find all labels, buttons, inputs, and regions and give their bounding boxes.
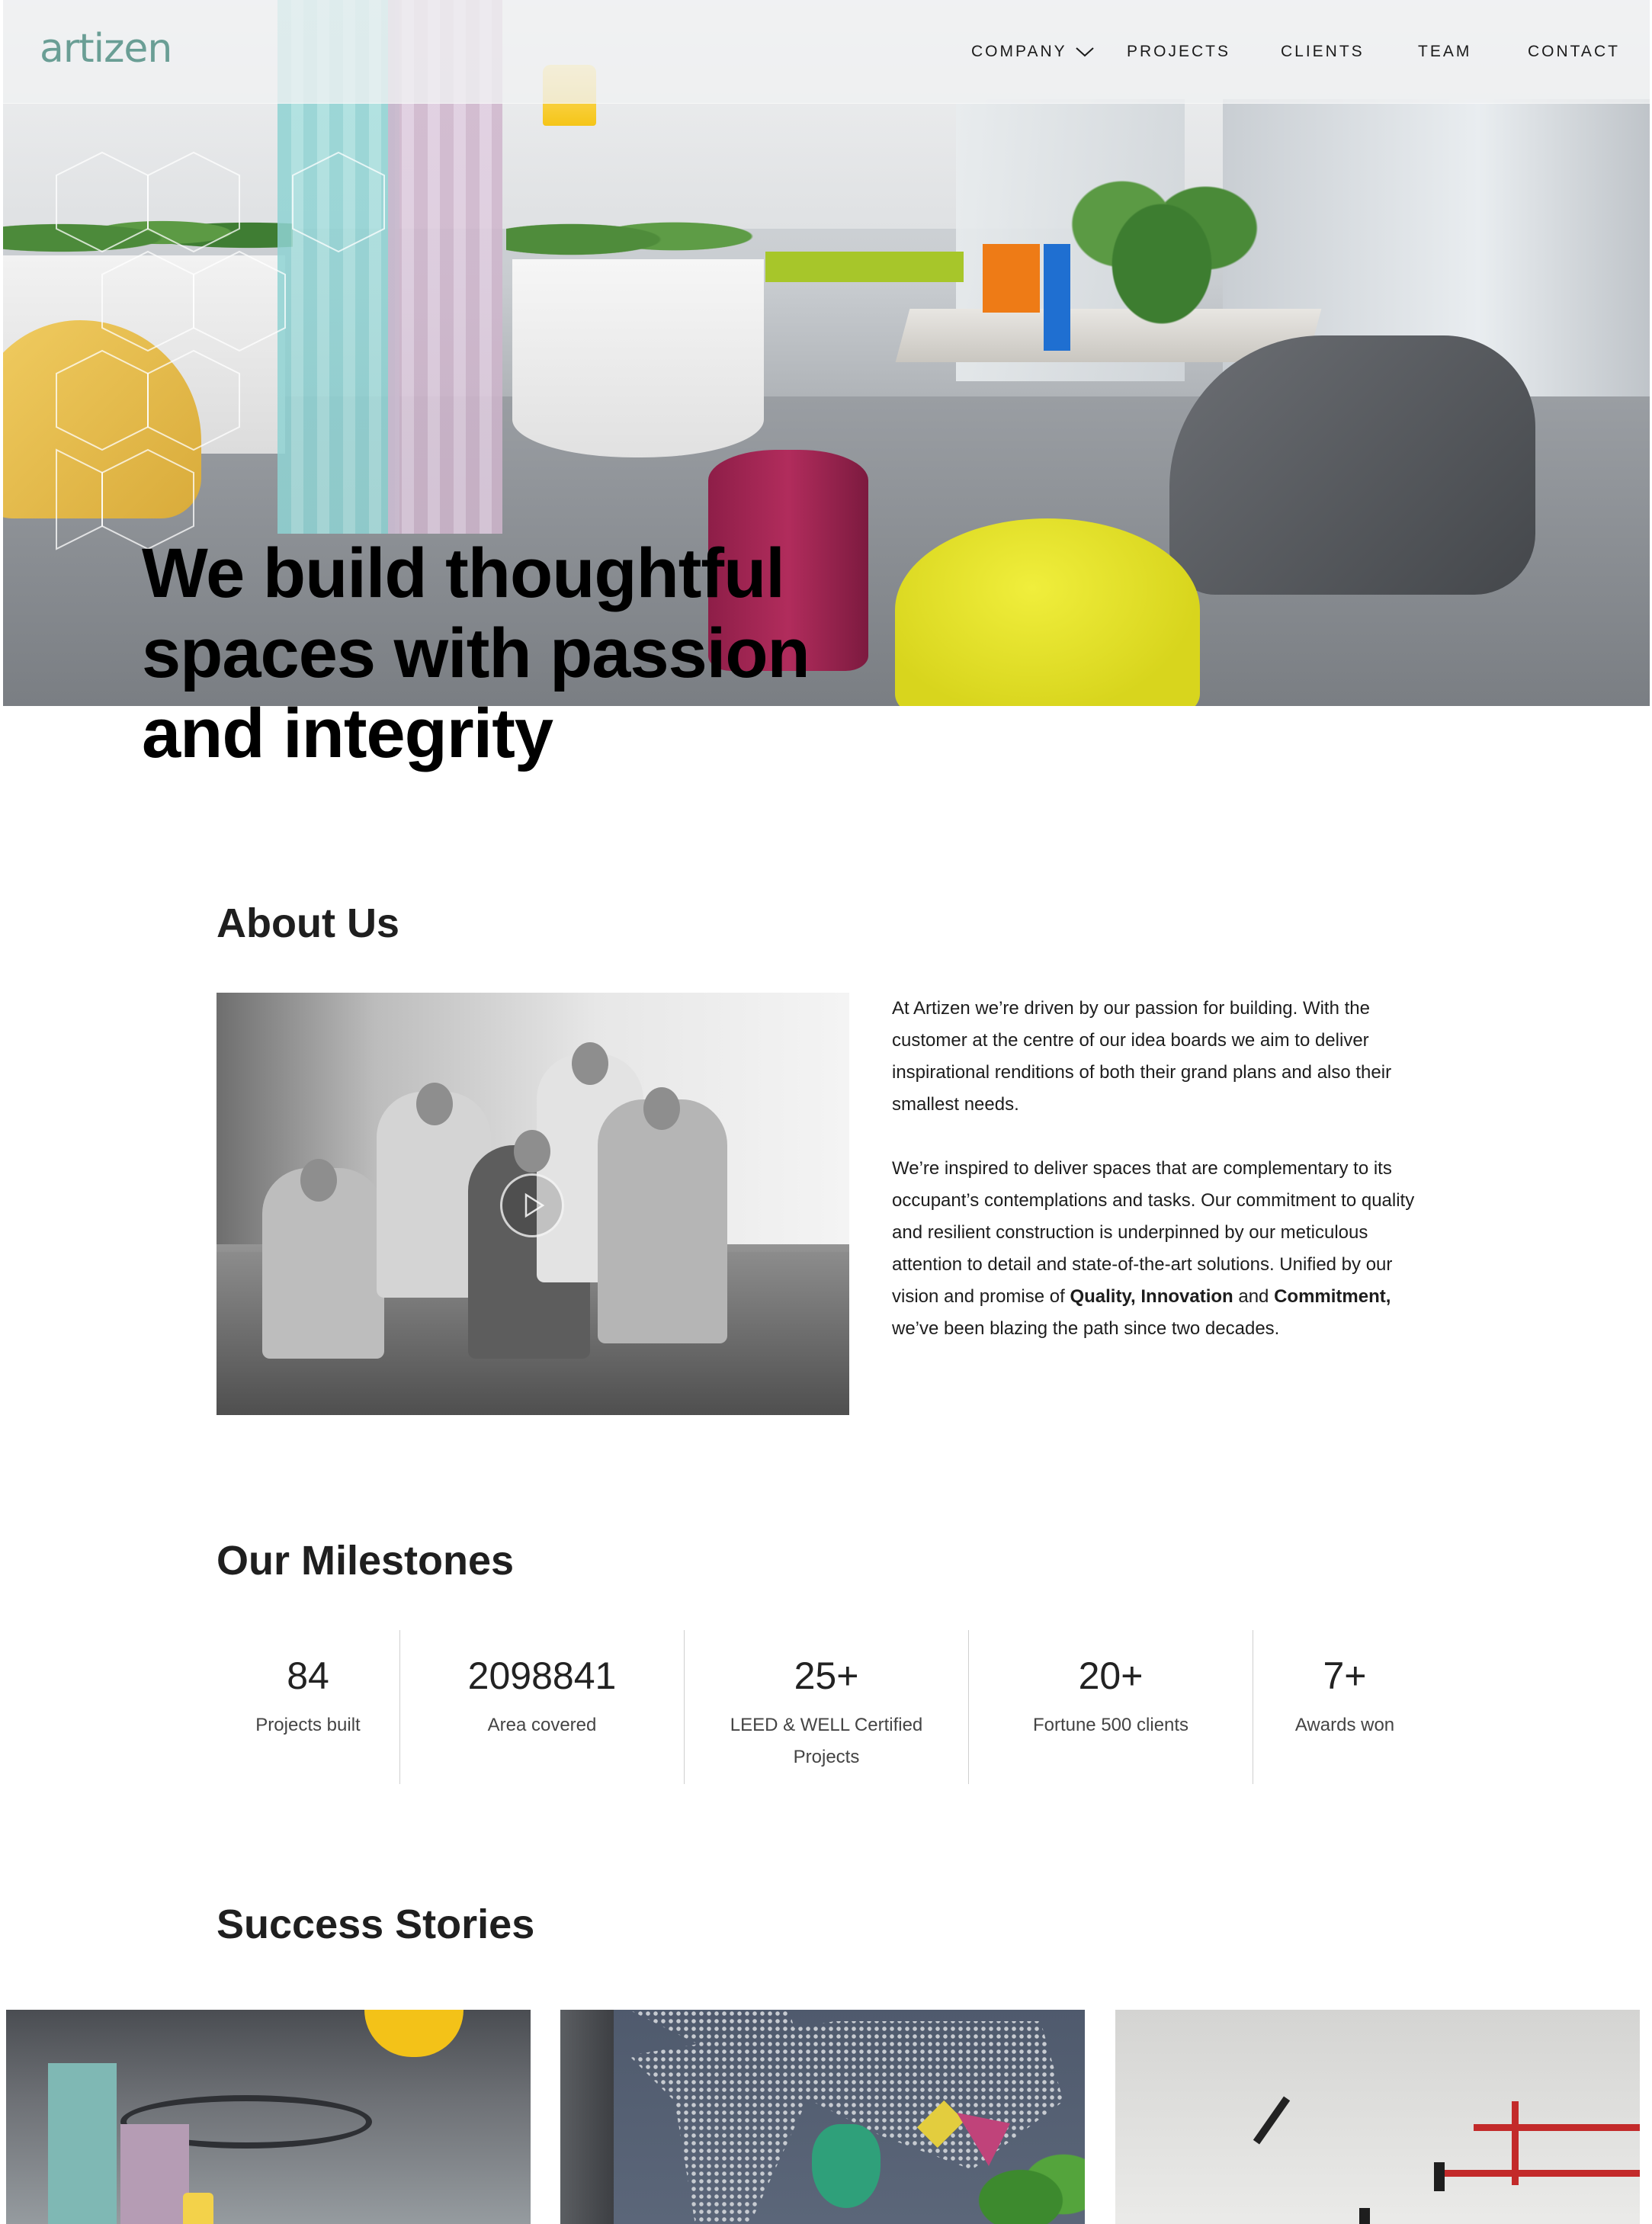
- story-red-pipe: [1512, 2101, 1519, 2185]
- about-text: At Artizen we’re driven by our passion f…: [892, 993, 1426, 1377]
- milestone-divider: [684, 1630, 685, 1784]
- about-title: About Us: [217, 900, 399, 946]
- about-highlight-quality-innovation: Quality, Innovation: [1070, 1286, 1233, 1307]
- milestones-title: Our Milestones: [217, 1538, 515, 1584]
- nav-company-label: COMPANY: [971, 43, 1067, 60]
- story-pillar: [560, 2010, 614, 2224]
- about-photo-head: [514, 1130, 550, 1173]
- story-map-africa: [812, 2124, 881, 2208]
- milestone-item: 84 Projects built: [217, 1630, 399, 1784]
- milestone-item: 7+ Awards won: [1253, 1630, 1436, 1784]
- story-plant: [972, 2147, 1085, 2224]
- story-track-light: [1253, 2096, 1291, 2145]
- nav-contact[interactable]: CONTACT: [1528, 43, 1620, 61]
- nav-projects[interactable]: PROJECTS: [1127, 43, 1230, 61]
- about-photo-head: [416, 1083, 453, 1125]
- play-button[interactable]: [500, 1173, 564, 1237]
- top-nav: artizen COMPANY PROJECTS CLIENTS TEAM CO…: [3, 0, 1650, 104]
- milestone-value: 25+: [794, 1654, 859, 1697]
- story-spotlight: [1359, 2208, 1370, 2224]
- hero-desk-screen-green: [765, 252, 964, 282]
- milestone-label: LEED & WELL Certified Projects: [730, 1715, 923, 1767]
- nav-team[interactable]: TEAM: [1418, 43, 1471, 61]
- story-small-lamp: [183, 2193, 213, 2224]
- hero-headline-line-1: We build thoughtful: [142, 534, 785, 612]
- hero-headline: We build thoughtful spaces with passion …: [142, 534, 828, 774]
- hero-desk-screen-orange: [983, 244, 1040, 313]
- milestone-label: Awards won: [1294, 1715, 1395, 1735]
- success-story-card[interactable]: [6, 2010, 531, 2224]
- milestone-value: 7+: [1323, 1654, 1367, 1697]
- story-curtain-teal: [48, 2063, 117, 2224]
- hero-chair-grey: [1169, 335, 1535, 595]
- milestone-value: 2098841: [467, 1654, 617, 1697]
- success-story-card[interactable]: [1115, 2010, 1640, 2224]
- story-red-pipe: [1443, 2170, 1640, 2177]
- about-highlight-commitment: Commitment,: [1274, 1286, 1391, 1307]
- about-photo-person: [598, 1099, 727, 1343]
- about-video-thumbnail[interactable]: [217, 993, 849, 1415]
- milestone-value: 84: [287, 1654, 329, 1697]
- milestones-row: 84 Projects built 2098841 Area covered 2…: [217, 1630, 1482, 1784]
- milestone-item: 20+ Fortune 500 clients: [969, 1630, 1253, 1784]
- about-photo-head: [572, 1042, 608, 1085]
- play-icon: [524, 1192, 545, 1218]
- milestone-label: Fortune 500 clients: [1032, 1715, 1189, 1735]
- success-stories-title: Success Stories: [217, 1901, 535, 1947]
- milestone-item: 25+ LEED & WELL Certified Projects: [697, 1630, 956, 1784]
- artizen-logo[interactable]: artizen: [40, 26, 172, 72]
- nav-company[interactable]: COMPANY: [971, 43, 1095, 61]
- about-photo-head: [643, 1087, 680, 1130]
- chevron-down-icon: [1075, 47, 1094, 57]
- milestone-value: 20+: [1078, 1654, 1144, 1697]
- about-paragraph-2-and: and: [1233, 1286, 1275, 1307]
- success-story-card[interactable]: [560, 2010, 1085, 2224]
- story-red-pipe: [1474, 2124, 1640, 2131]
- hero-stool-yellow: [895, 518, 1200, 706]
- hero-plants-mid: [506, 206, 765, 267]
- milestone-label: Area covered: [487, 1715, 597, 1735]
- about-paragraph-2-text: We’re inspired to deliver spaces that ar…: [892, 1158, 1415, 1307]
- milestone-item: 2098841 Area covered: [400, 1630, 684, 1784]
- hero-hexagon-pattern: [56, 151, 385, 550]
- story-pendant-lamp: [364, 2010, 464, 2057]
- about-paragraph-2-end: we’ve been blazing the path since two de…: [892, 1318, 1280, 1339]
- hero-headline-line-2: spaces with passion: [142, 615, 810, 692]
- nav-clients[interactable]: CLIENTS: [1281, 43, 1365, 61]
- hero-planter-mid: [512, 259, 764, 457]
- milestone-label: Projects built: [255, 1715, 361, 1735]
- about-paragraph-1: At Artizen we’re driven by our passion f…: [892, 998, 1392, 1115]
- hero-headline-line-3: and integrity: [142, 695, 553, 772]
- hero-palm-plant: [1063, 145, 1261, 343]
- story-spotlight: [1434, 2162, 1445, 2191]
- story-curtain-lilac: [120, 2124, 189, 2224]
- about-paragraph-2: We’re inspired to deliver spaces that ar…: [892, 1153, 1426, 1345]
- about-photo-head: [300, 1159, 337, 1202]
